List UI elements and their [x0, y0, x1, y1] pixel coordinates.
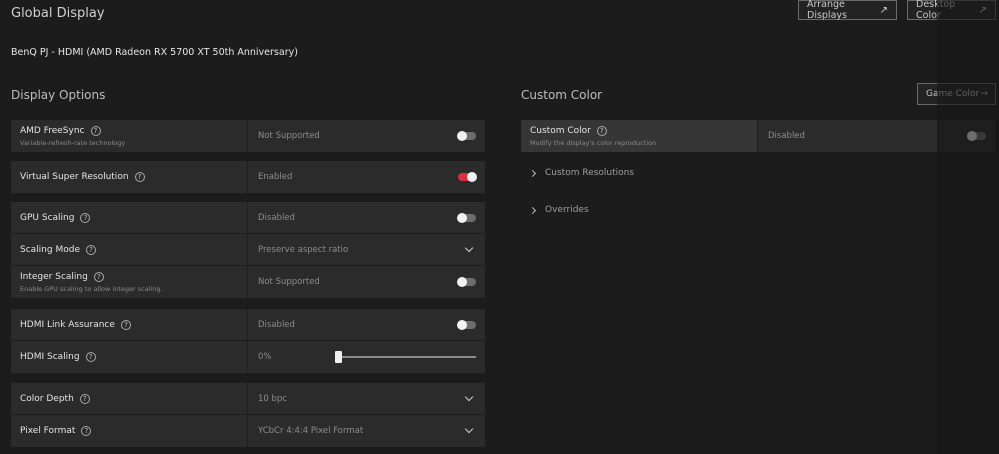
help-icon[interactable]: ? — [85, 352, 96, 362]
help-icon[interactable]: ? — [80, 212, 91, 223]
setting-label: Virtual Super Resolution — [20, 172, 129, 182]
overrides-expander[interactable]: Overrides — [528, 205, 589, 215]
arrange-displays-button[interactable]: Arrange Displays ↗ — [798, 0, 897, 21]
setting-value: Not Supported — [258, 131, 320, 141]
help-icon[interactable]: ? — [120, 319, 131, 330]
setting-row-freesync: AMD FreeSync? Variable-refresh-rate tech… — [11, 120, 485, 152]
setting-label: GPU Scaling — [20, 212, 75, 223]
setting-row-pixel-format[interactable]: Pixel Format? YCbCr 4:4:4 Pixel Format — [11, 415, 485, 447]
setting-value: 10 bpc — [258, 393, 287, 404]
setting-value: Not Supported — [258, 277, 320, 287]
integer-scaling-toggle[interactable] — [457, 277, 476, 287]
setting-value: Disabled — [768, 131, 805, 141]
setting-row-vsr: Virtual Super Resolution? Enabled — [11, 161, 485, 193]
setting-value: YCbCr 4:4:4 Pixel Format — [258, 426, 364, 436]
setting-row-hdmi-scaling: HDMI Scaling? 0% — [11, 341, 485, 373]
help-icon[interactable]: ? — [90, 125, 101, 136]
setting-row-hdmi-link: HDMI Link Assurance? Disabled — [11, 309, 485, 341]
chevron-down-icon[interactable] — [464, 243, 474, 252]
custom-color-toggle[interactable] — [967, 131, 986, 141]
help-icon[interactable]: ? — [596, 125, 607, 136]
external-arrow-icon: ↗ — [879, 4, 888, 16]
hdmi-link-toggle[interactable] — [457, 319, 476, 330]
scaling-group: GPU Scaling? Disabled Scaling Mode? Pres… — [11, 202, 485, 298]
help-icon[interactable]: ? — [134, 172, 145, 182]
setting-sublabel: Variable-refresh-rate technology — [20, 138, 126, 147]
display-options-title: Display Options — [11, 88, 106, 102]
gpu-scaling-toggle[interactable] — [457, 212, 476, 223]
page-title: Global Display — [11, 6, 105, 21]
chevron-right-icon — [528, 169, 537, 177]
freesync-toggle[interactable] — [457, 131, 476, 141]
expander-label: Custom Resolutions — [545, 168, 635, 178]
hdmi-group: HDMI Link Assurance? Disabled HDMI Scali… — [11, 309, 485, 373]
hdmi-scaling-slider-thumb[interactable] — [335, 351, 342, 363]
chevron-right-icon — [528, 206, 537, 214]
setting-label: HDMI Scaling — [20, 352, 80, 362]
setting-row-custom-color: Custom Color? Modify the display's color… — [521, 120, 995, 152]
setting-value: 0% — [258, 352, 272, 362]
setting-label: Custom Color — [530, 125, 591, 136]
setting-label: Scaling Mode — [20, 244, 80, 255]
game-color-label: Game Color — [926, 89, 980, 99]
vsr-group: Virtual Super Resolution? Enabled — [11, 161, 485, 193]
help-icon[interactable]: ? — [85, 244, 96, 255]
help-icon[interactable]: ? — [81, 426, 92, 436]
display-name: BenQ PJ - HDMI (AMD Radeon RX 5700 XT 50… — [11, 47, 298, 58]
setting-label: Color Depth — [20, 393, 74, 404]
setting-row-gpu-scaling: GPU Scaling? Disabled — [11, 202, 485, 234]
setting-sublabel: Modify the display's color reproduction — [530, 138, 657, 147]
help-icon[interactable]: ? — [93, 271, 104, 282]
setting-value: Disabled — [258, 212, 295, 223]
color-group: Color Depth? 10 bpc Pixel Format? YCbCr … — [11, 383, 485, 447]
setting-value: Preserve aspect ratio — [258, 244, 349, 255]
background-overlay — [937, 0, 999, 454]
desktop-color-button[interactable]: Desktop Color ↗ — [907, 0, 996, 21]
help-icon[interactable]: ? — [79, 393, 90, 404]
setting-row-scaling-mode[interactable]: Scaling Mode? Preserve aspect ratio — [11, 234, 485, 266]
chevron-down-icon[interactable] — [464, 424, 474, 434]
setting-value: Enabled — [258, 172, 293, 182]
game-color-button[interactable]: Game Color → — [917, 83, 996, 105]
arrange-displays-label: Arrange Displays — [807, 0, 847, 21]
setting-row-integer-scaling: Integer Scaling? Enable GPU scaling to a… — [11, 266, 485, 298]
hdmi-scaling-slider-track[interactable] — [338, 356, 476, 358]
setting-value: Disabled — [258, 319, 295, 330]
expander-label: Overrides — [545, 205, 589, 215]
external-arrow-icon: ↗ — [978, 4, 987, 16]
setting-sublabel: Enable GPU scaling to allow integer scal… — [20, 284, 163, 293]
arrow-right-icon: → — [980, 89, 988, 99]
setting-label: HDMI Link Assurance — [20, 319, 115, 330]
vsr-toggle[interactable] — [458, 172, 477, 182]
desktop-color-label: Desktop Color — [916, 0, 956, 21]
setting-label: Integer Scaling — [20, 271, 88, 282]
custom-color-title: Custom Color — [521, 88, 603, 102]
setting-row-color-depth[interactable]: Color Depth? 10 bpc — [11, 383, 485, 415]
setting-label: AMD FreeSync — [20, 125, 85, 136]
setting-label: Pixel Format — [20, 426, 76, 436]
custom-resolutions-expander[interactable]: Custom Resolutions — [528, 168, 635, 178]
freesync-group: AMD FreeSync? Variable-refresh-rate tech… — [11, 120, 485, 152]
chevron-down-icon[interactable] — [464, 392, 474, 401]
